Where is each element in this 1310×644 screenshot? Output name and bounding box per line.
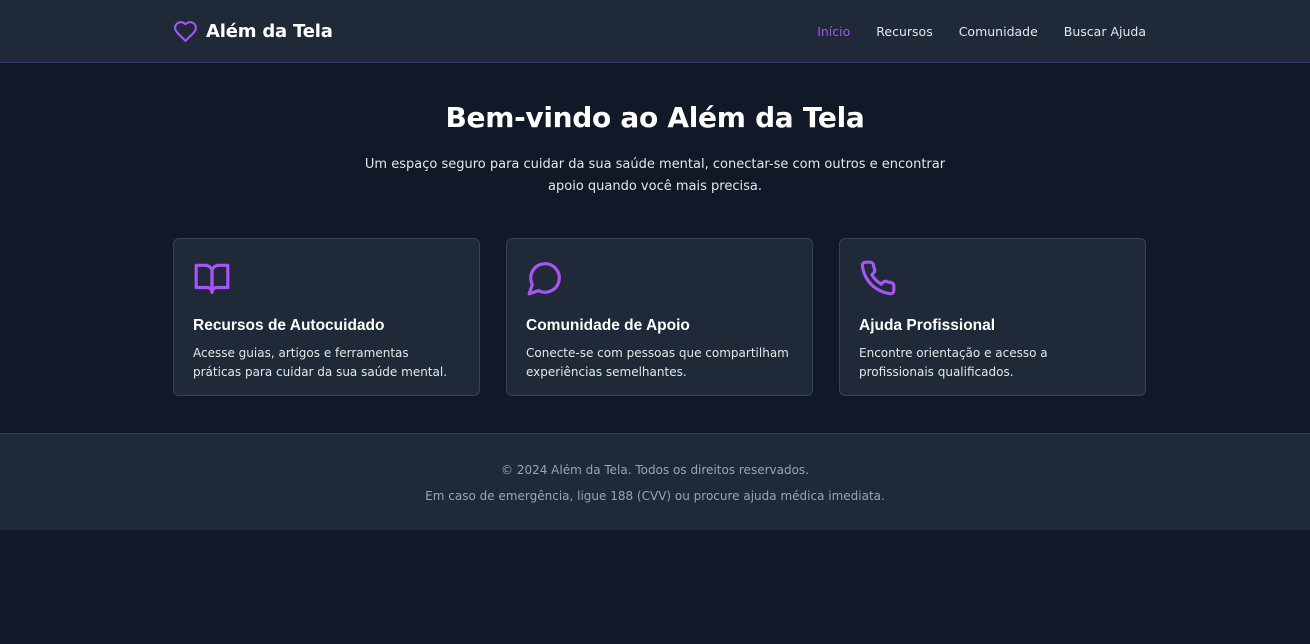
- nav-link-recursos[interactable]: Recursos: [876, 24, 932, 39]
- main-nav: Início Recursos Comunidade Buscar Ajuda: [817, 24, 1146, 39]
- chat-bubble-icon: [526, 259, 564, 297]
- page-title: Bem-vindo ao Além da Tela: [445, 101, 865, 134]
- heart-icon: [173, 19, 198, 44]
- card-title: Recursos de Autocuidado: [193, 317, 385, 334]
- phone-icon: [859, 259, 897, 297]
- nav-link-inicio[interactable]: Início: [817, 24, 850, 39]
- brand-name: Além da Tela: [206, 20, 333, 42]
- card-professional-help[interactable]: Ajuda Profissional Encontre orientação e…: [839, 238, 1146, 396]
- card-description: Acesse guias, artigos e ferramentas prát…: [193, 346, 448, 379]
- card-self-care-resources[interactable]: Recursos de Autocuidado Acesse guias, ar…: [173, 238, 480, 396]
- card-title: Comunidade de Apoio: [526, 317, 690, 334]
- feature-cards: Recursos de Autocuidado Acesse guias, ar…: [0, 238, 1310, 396]
- footer-emergency-notice: Em caso de emergência, ligue 188 (CVV) o…: [425, 489, 885, 503]
- top-navbar: Além da Tela Início Recursos Comunidade …: [0, 0, 1310, 63]
- book-icon: [193, 259, 231, 297]
- hero-subtitle: Um espaço seguro para cuidar da sua saúd…: [364, 157, 946, 194]
- card-description: Encontre orientação e acesso a profissio…: [859, 346, 1048, 379]
- hero-section: Bem-vindo ao Além da Tela Um espaço segu…: [0, 63, 1310, 198]
- nav-link-buscar-ajuda[interactable]: Buscar Ajuda: [1064, 24, 1146, 39]
- card-description: Conecte-se com pessoas que compartilham …: [526, 346, 789, 379]
- brand-logo-link[interactable]: Além da Tela: [173, 19, 333, 44]
- footer-copyright: © 2024 Além da Tela. Todos os direitos r…: [501, 463, 809, 477]
- nav-link-comunidade[interactable]: Comunidade: [959, 24, 1038, 39]
- main-content: Bem-vindo ao Além da Tela Um espaço segu…: [0, 63, 1310, 396]
- site-footer: © 2024 Além da Tela. Todos os direitos r…: [0, 433, 1310, 530]
- card-title: Ajuda Profissional: [859, 317, 996, 334]
- card-support-community[interactable]: Comunidade de Apoio Conecte-se com pesso…: [506, 238, 813, 396]
